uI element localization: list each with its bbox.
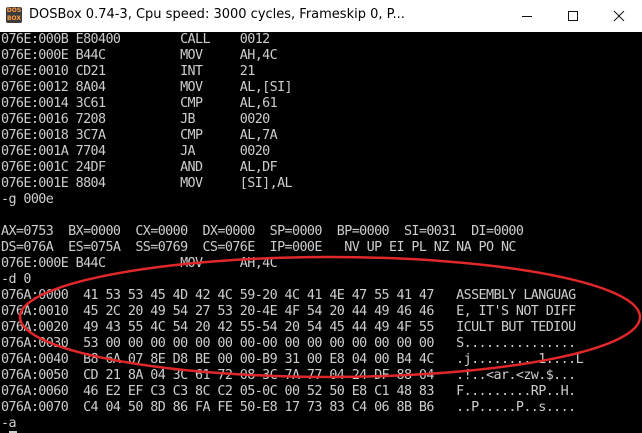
minimize-icon [522,16,532,17]
memory-dump-line: 076A:0060 46 E2 EF C3 C3 8C C2 05-0C 00 … [1,384,576,399]
register-line: AX=0753 BX=0000 CX=0000 DX=0000 SP=0000 … [1,224,524,239]
console-prompt: -a [1,416,17,431]
memory-dump-line: 076A:0070 C4 04 50 8D 86 FA FE 50-E8 17 … [1,400,576,415]
memory-dump-line: 076A:0040 B8 6A 07 8E D8 BE 00 00-B9 31 … [1,352,584,367]
maximize-icon [568,11,578,21]
memory-dump-line: 076A:0050 CD 21 8A 04 3C 61 72 08-3C 7A … [1,368,576,383]
console-line: 076E:0016 7208 JB 0020 [1,112,270,127]
close-icon [613,10,625,22]
app-icon-text-bottom: BOX [6,15,22,22]
console-line: 076E:001E 8804 MOV [SI],AL [1,176,293,191]
console-line: 076E:001A 7704 JA 0020 [1,144,270,159]
console-line: 076E:0018 3C7A CMP AL,7A [1,128,278,143]
close-button[interactable] [596,0,642,32]
memory-dump-line: 076A:0000 41 53 53 45 4D 42 4C 59-20 4C … [1,288,576,303]
dosbox-app-icon[interactable]: DOS BOX [6,7,22,23]
app-icon-text-top: DOS [6,7,22,14]
console-line: 076E:000B E80400 CALL 0012 [1,32,270,47]
console-line: 076E:0010 CD21 INT 21 [1,64,255,79]
memory-dump-line: 076A:0010 45 2C 20 49 54 27 53 20-4E 4F … [1,304,576,319]
console-line: 076E:0012 8A04 MOV AL,[SI] [1,80,293,95]
title-bar[interactable]: DOS BOX DOSBox 0.74-3, Cpu speed: 3000 c… [0,0,642,32]
maximize-button[interactable] [550,0,596,32]
register-line: DS=076A ES=075A SS=0769 CS=076E IP=000E … [1,240,516,255]
console-line: 076E:001C 24DF AND AL,DF [1,160,278,175]
window-title: DOSBox 0.74-3, Cpu speed: 3000 cycles, F… [29,7,405,22]
console-line: 076E:0014 3C61 CMP AL,61 [1,96,278,111]
dos-console[interactable]: 076E:000B E80400 CALL 0012 076E:000E B44… [0,32,642,433]
console-command: -g 000e [1,192,54,207]
memory-dump-line: 076A:0020 49 43 55 4C 54 20 42 55-54 20 … [1,320,576,335]
console-line: 076E:000E B44C MOV AH,4C [1,48,278,63]
memory-dump-line: 076A:0030 53 00 00 00 00 00 00 00-00 00 … [1,336,576,351]
console-command: -d 0 [1,272,31,287]
minimize-button[interactable] [504,0,550,32]
console-line: 076E:000E B44C MOV AH,4C [1,256,278,271]
